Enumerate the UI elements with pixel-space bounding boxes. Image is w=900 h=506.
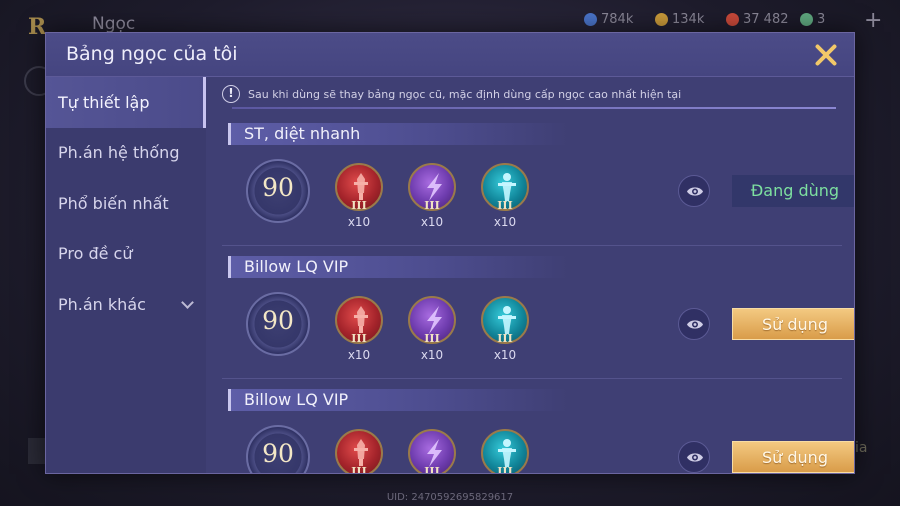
setup-title-bar: ST, diệt nhanh <box>228 123 568 145</box>
setup-name: Billow LQ VIP <box>244 257 349 276</box>
setup-divider <box>222 245 842 246</box>
setup-title-bar: Billow LQ VIP <box>228 256 568 278</box>
currency-0: 784k <box>584 12 633 27</box>
sidebar-item-0[interactable]: Tự thiết lập <box>46 77 206 128</box>
in-use-button[interactable]: Đang dùng <box>732 175 854 207</box>
currency-icon <box>800 13 813 26</box>
gem-tier: III <box>424 465 440 474</box>
modal-header: Bảng ngọc của tôi <box>46 33 854 77</box>
setup-name: Billow LQ VIP <box>244 390 349 409</box>
sidebar-item-label: Phổ biến nhất <box>58 193 169 213</box>
currency-2: 37 482 <box>726 12 789 27</box>
currency-value: 134k <box>672 12 705 27</box>
gem-tier: III <box>351 465 367 474</box>
gem-slot[interactable]: III x10 <box>334 296 384 362</box>
setup-name: ST, diệt nhanh <box>244 124 361 143</box>
level-badge: 90 <box>246 159 310 223</box>
sidebar: Tự thiết lập Ph.án hệ thống Phổ biến nhất P… <box>46 77 206 473</box>
gem-count: x10 <box>493 215 517 229</box>
currency-icon <box>726 13 739 26</box>
sidebar-item-3[interactable]: Pro đề cử <box>46 229 206 280</box>
gem-slot[interactable]: IIIx10 <box>334 429 384 474</box>
sidebar-item-label: Ph.án hệ thống <box>58 143 180 163</box>
currency-icon <box>584 13 597 26</box>
chevron-down-icon <box>181 296 194 309</box>
gem-slot[interactable]: III x10 <box>407 296 457 362</box>
gem-tier: III <box>497 199 513 212</box>
use-button[interactable]: Sử dụng <box>732 441 854 473</box>
info-text: Sau khi dùng sẽ thay bảng ngọc cũ, mặc đ… <box>248 87 682 101</box>
gem-tier: III <box>497 332 513 345</box>
currency-value: 3 <box>817 12 826 27</box>
level-badge: 90 <box>246 425 310 473</box>
gem-count: x10 <box>420 348 444 362</box>
background-panel <box>28 438 46 464</box>
level-number: 90 <box>262 173 294 202</box>
rune-page-modal: Bảng ngọc của tôi Tự thiết lập Ph.án hệ t… <box>45 32 855 474</box>
modal-title: Bảng ngọc của tôi <box>66 43 238 65</box>
currency-1: 134k <box>655 12 704 27</box>
currency-value: 37 482 <box>743 12 789 27</box>
level-number: 90 <box>262 306 294 335</box>
gem-slot[interactable]: III x10 <box>480 163 530 229</box>
gem-slot[interactable]: III x10 <box>334 163 384 229</box>
sidebar-item-label: Tự thiết lập <box>58 92 150 112</box>
use-button[interactable]: Sử dụng <box>732 308 854 340</box>
gem-count: x10 <box>347 215 371 229</box>
divider-line <box>232 107 836 109</box>
gem-count: x10 <box>493 348 517 362</box>
level-badge: 90 <box>246 292 310 356</box>
gem-slot[interactable]: III x10 <box>480 296 530 362</box>
preview-button[interactable] <box>678 308 710 340</box>
preview-button[interactable] <box>678 441 710 473</box>
setup-title-bar: Billow LQ VIP <box>228 389 568 411</box>
player-name: Ngọc <box>92 14 136 34</box>
sidebar-item-1[interactable]: Ph.án hệ thống <box>46 128 206 179</box>
uid-label: UID: 2470592695829617 <box>386 492 514 503</box>
currency-value: 784k <box>601 12 634 27</box>
background-label: ia <box>855 440 868 456</box>
setup-divider <box>222 378 842 379</box>
gem-slot[interactable]: IIIx10 <box>480 429 530 474</box>
sidebar-item-2[interactable]: Phổ biến nhất <box>46 178 206 229</box>
gem-tier: III <box>424 199 440 212</box>
sidebar-item-label: Ph.án khác <box>58 294 146 314</box>
currency-icon <box>655 13 668 26</box>
info-icon: ! <box>222 85 240 103</box>
sidebar-item-label: Pro đề cử <box>58 244 133 264</box>
gem-tier: III <box>351 199 367 212</box>
gem-slot[interactable]: IIIx10 <box>407 429 457 474</box>
add-currency-button[interactable]: + <box>864 8 882 33</box>
gem-count: x10 <box>420 215 444 229</box>
gem-tier: III <box>351 332 367 345</box>
setup-list[interactable]: ! Sau khi dùng sẽ thay bảng ngọc cũ, mặc… <box>222 77 854 474</box>
gem-tier: III <box>424 332 440 345</box>
level-number: 90 <box>262 439 294 468</box>
preview-button[interactable] <box>678 175 710 207</box>
sidebar-item-4[interactable]: Ph.án khác <box>46 279 206 330</box>
gem-count: x10 <box>347 348 371 362</box>
currency-3: 3 <box>800 12 825 27</box>
info-notice: ! Sau khi dùng sẽ thay bảng ngọc cũ, mặc… <box>222 83 681 105</box>
gem-tier: III <box>497 465 513 474</box>
rune-setup: Billow LQ VIP 90 III x10 III x10 III x10 Sử dụng <box>222 256 854 380</box>
close-button[interactable] <box>812 41 840 69</box>
rune-setup: ST, diệt nhanh 90 III x10 III x10 III x10 Đang d… <box>222 123 854 247</box>
gem-slot[interactable]: III x10 <box>407 163 457 229</box>
rune-setup: Billow LQ VIP 90 IIIx10 IIIx10 IIIx10 Sử dụng <box>222 389 854 474</box>
